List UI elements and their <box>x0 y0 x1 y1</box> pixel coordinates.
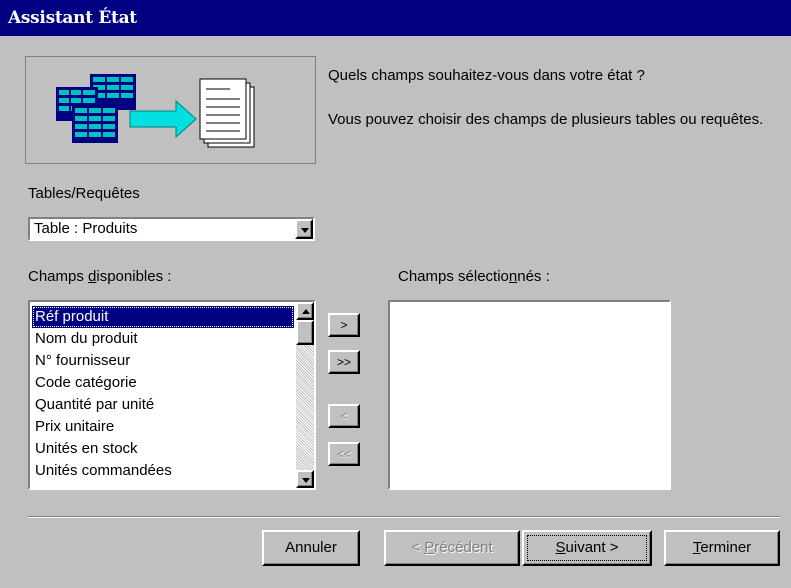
list-item[interactable]: Quantité par unité <box>32 394 294 416</box>
next-button[interactable]: Suivant > <box>522 530 652 566</box>
finish-button[interactable]: Terminer <box>664 530 780 566</box>
wizard-illustration <box>25 56 316 164</box>
source-selected-value: Table : Produits <box>34 220 138 237</box>
cancel-button[interactable]: Annuler <box>262 530 360 566</box>
selected-fields-label: Champs sélectionnés : <box>398 267 550 287</box>
selected-fields-list[interactable] <box>388 300 671 490</box>
source-combobox[interactable]: Table : Produits <box>28 217 315 241</box>
label-accelerator: S <box>555 539 566 556</box>
question-text: Quels champs souhaitez-vous dans votre é… <box>328 67 645 84</box>
label-part: erminer <box>700 539 752 556</box>
label-part: nés : <box>517 268 550 285</box>
list-item[interactable]: Nom du produit <box>32 328 294 350</box>
label-part: Champs <box>28 268 89 285</box>
add-all-button[interactable]: >> <box>328 350 360 374</box>
source-label: Tables/Requêtes <box>28 185 140 202</box>
available-fields-label: Champs disponibles : <box>28 267 171 287</box>
tables-to-report-icon <box>56 74 255 148</box>
label-part: récédent <box>434 539 493 556</box>
scroll-thumb[interactable] <box>296 320 314 345</box>
window-title: Assistant État <box>0 0 791 36</box>
back-button[interactable]: < Précédent <box>384 530 520 566</box>
remove-all-button[interactable]: << <box>328 442 360 466</box>
label-part: < <box>411 539 425 556</box>
list-item[interactable]: Unités en stock <box>32 438 294 460</box>
available-fields-list[interactable]: Réf produit Nom du produit N° fournisseu… <box>28 300 316 490</box>
remove-one-button[interactable]: < <box>328 404 360 428</box>
separator <box>28 516 780 518</box>
list-item[interactable]: Réf produit <box>32 306 294 328</box>
label-part: isponibles : <box>96 268 172 285</box>
chevron-down-icon[interactable] <box>295 219 313 239</box>
label-accelerator: P <box>424 539 435 556</box>
list-item[interactable]: Unités commandées <box>32 460 294 482</box>
list-item[interactable]: Prix unitaire <box>32 416 294 438</box>
label-part: Champs sélectio <box>398 268 509 285</box>
add-one-button[interactable]: > <box>328 313 360 337</box>
vertical-scrollbar[interactable] <box>296 302 314 488</box>
hint-text: Vous pouvez choisir des champs de plusie… <box>328 111 764 128</box>
list-item[interactable]: Code catégorie <box>32 372 294 394</box>
scroll-down-icon[interactable] <box>296 470 314 488</box>
label-part: uivant > <box>565 539 619 556</box>
label-accelerator: n <box>508 268 518 285</box>
list-item[interactable]: N° fournisseur <box>32 350 294 372</box>
scroll-up-icon[interactable] <box>296 302 314 320</box>
